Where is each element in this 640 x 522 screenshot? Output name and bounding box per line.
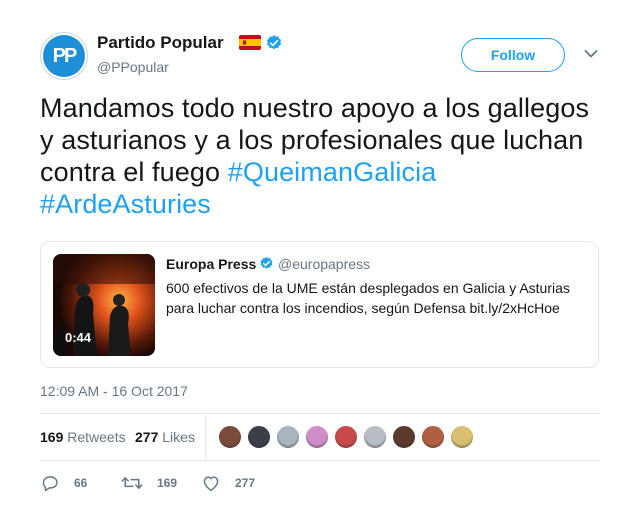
liker-avatar[interactable] bbox=[363, 425, 387, 449]
liker-avatar[interactable] bbox=[305, 425, 329, 449]
likes-label: Likes bbox=[162, 429, 195, 445]
verified-badge-icon bbox=[260, 256, 273, 269]
liker-avatar[interactable] bbox=[218, 425, 242, 449]
tweet-text: Mandamos todo nuestro apoyo a los galleg… bbox=[40, 92, 610, 220]
retweet-button[interactable]: 169 bbox=[121, 474, 177, 492]
liker-avatar[interactable] bbox=[276, 425, 300, 449]
retweet-icon bbox=[121, 477, 143, 489]
retweets-label: Retweets bbox=[67, 429, 126, 445]
retweets-count: 169 bbox=[40, 429, 64, 445]
verified-badge-icon bbox=[266, 35, 282, 50]
liker-avatar[interactable] bbox=[247, 425, 271, 449]
quoted-author-handle[interactable]: @europapress bbox=[278, 256, 370, 272]
quoted-tweet-text: 600 efectivos de la UME están desplegado… bbox=[166, 280, 570, 316]
author-avatar[interactable]: PP bbox=[40, 32, 88, 80]
tweet-timestamp[interactable]: 12:09 AM - 16 Oct 2017 bbox=[40, 383, 188, 399]
like-count: 277 bbox=[235, 476, 256, 490]
author-handle[interactable]: @PPopular bbox=[97, 59, 169, 75]
divider bbox=[40, 413, 600, 414]
chevron-down-icon[interactable] bbox=[584, 49, 598, 59]
liker-avatar[interactable] bbox=[421, 425, 445, 449]
likes-stat[interactable]: 277 Likes bbox=[135, 429, 195, 445]
reply-icon bbox=[42, 476, 58, 492]
hashtag-link[interactable]: #ArdeAsturies bbox=[40, 189, 211, 219]
liker-avatar[interactable] bbox=[392, 425, 416, 449]
liker-avatar[interactable] bbox=[334, 425, 358, 449]
quoted-author-name[interactable]: Europa Press bbox=[166, 256, 256, 272]
divider bbox=[205, 414, 206, 460]
heart-icon bbox=[203, 476, 219, 492]
follow-button[interactable]: Follow bbox=[461, 38, 565, 72]
avatar-logo: PP bbox=[43, 35, 85, 77]
reply-button[interactable]: 66 bbox=[40, 474, 87, 492]
divider bbox=[40, 460, 600, 461]
liker-avatar[interactable] bbox=[450, 425, 474, 449]
likes-count: 277 bbox=[135, 429, 159, 445]
hashtag-link[interactable]: #QueimanGalicia bbox=[228, 157, 437, 187]
retweets-stat[interactable]: 169 Retweets bbox=[40, 429, 126, 445]
retweet-count: 169 bbox=[157, 476, 178, 490]
spain-flag-icon bbox=[239, 35, 261, 50]
like-button[interactable]: 277 bbox=[201, 474, 255, 492]
video-duration: 0:44 bbox=[65, 330, 92, 345]
author-name[interactable]: Partido Popular bbox=[97, 33, 224, 53]
reply-count: 66 bbox=[74, 476, 88, 490]
